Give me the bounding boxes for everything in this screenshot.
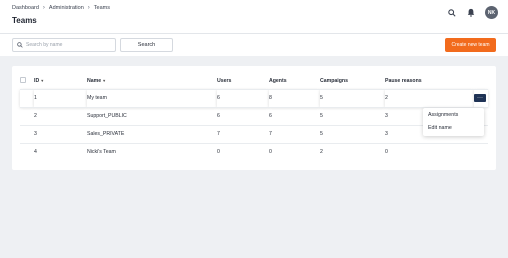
more-actions-button[interactable]: ··· [474, 94, 486, 102]
create-team-button[interactable]: Create new team [445, 38, 496, 52]
cell-agents: 7 [269, 124, 320, 143]
top-icons: NK [447, 6, 498, 19]
cell-name: My team [87, 88, 217, 107]
breadcrumb: Dashboard › Administration › Teams [12, 5, 110, 11]
breadcrumb-administration[interactable]: Administration [49, 5, 84, 11]
header-users: Users [217, 78, 232, 85]
cell-id: 1 [34, 88, 87, 107]
cell-id: 2 [34, 106, 87, 125]
page-title: Teams [12, 16, 37, 25]
cell-id: 3 [34, 124, 87, 143]
breadcrumb-dashboard[interactable]: Dashboard [12, 5, 39, 11]
select-all-checkbox[interactable] [20, 77, 26, 84]
toolbar: Search Create new team [0, 34, 508, 56]
table-header-row: ID ▾ Name ▾ Users Agents Campaigns Pause r… [20, 74, 488, 89]
cell-campaigns: 5 [320, 124, 385, 143]
chevron-right-icon: › [87, 5, 90, 11]
teams-table: ID ▾ Name ▾ Users Agents Campaigns Pause r… [20, 74, 488, 161]
header-agents: Agents [269, 78, 287, 85]
row-actions-menu: Assignments Edit name [423, 108, 484, 136]
header-select [20, 74, 34, 89]
cell-name: Support_PUBLIC [87, 106, 217, 125]
cell-users: 0 [217, 142, 269, 161]
menu-item-assignments[interactable]: Assignments [423, 108, 484, 121]
cell-agents: 8 [269, 88, 320, 107]
top-bar: Dashboard › Administration › Teams Teams… [0, 0, 508, 34]
search-icon [17, 42, 23, 48]
header-actions [474, 74, 488, 89]
cell-name: Nicki's Team [87, 142, 217, 161]
cell-users: 6 [217, 88, 269, 107]
cell-pause-reasons: 0 [385, 142, 474, 161]
cell-agents: 6 [269, 106, 320, 125]
cell-campaigns: 5 [320, 106, 385, 125]
cell-users: 6 [217, 106, 269, 125]
menu-item-edit-name[interactable]: Edit name [423, 121, 484, 134]
table-row[interactable]: 3 Sales_PRIVATE 7 7 5 3 [20, 124, 488, 143]
header-name[interactable]: Name ▾ [87, 74, 217, 89]
search-input[interactable] [26, 42, 112, 48]
search-button[interactable]: Search [120, 38, 173, 52]
chevron-right-icon: › [42, 5, 45, 11]
header-id[interactable]: ID ▾ [34, 74, 87, 89]
table-row[interactable]: 4 Nicki's Team 0 0 2 0 [20, 142, 488, 161]
search-box[interactable] [12, 38, 116, 52]
cell-campaigns: 2 [320, 142, 385, 161]
sort-icon: ▾ [103, 78, 106, 84]
table-row[interactable]: 2 Support_PUBLIC 6 6 5 3 [20, 106, 488, 125]
cell-agents: 0 [269, 142, 320, 161]
header-pause-reasons: Pause reasons [385, 78, 422, 85]
search-icon[interactable] [447, 8, 457, 18]
cell-name: Sales_PRIVATE [87, 124, 217, 143]
cell-users: 7 [217, 124, 269, 143]
cell-pause-reasons: 2 [385, 88, 474, 107]
cell-id: 4 [34, 142, 87, 161]
header-campaigns: Campaigns [320, 78, 348, 85]
bell-icon[interactable] [466, 8, 476, 18]
avatar[interactable]: NK [485, 6, 498, 19]
sort-icon: ▾ [41, 78, 44, 84]
cell-campaigns: 5 [320, 88, 385, 107]
breadcrumb-teams: Teams [93, 5, 110, 11]
table-row[interactable]: 1 My team 6 8 5 2 ··· [20, 88, 488, 107]
